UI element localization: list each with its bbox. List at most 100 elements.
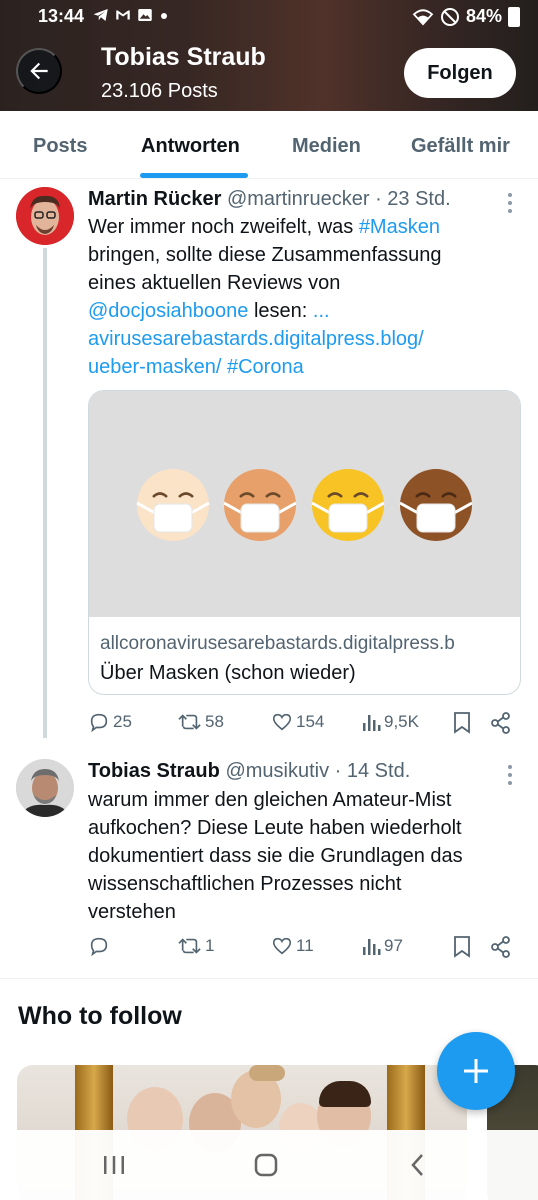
dot-icon — [161, 13, 167, 19]
view-count: 97 — [384, 936, 403, 955]
recent-apps-icon — [104, 1156, 124, 1174]
masked-face-emoji — [223, 469, 297, 541]
tweet-author[interactable]: Martin Rücker @martinruecker · 23 Std. — [88, 188, 451, 211]
tweet-time: · 23 Std. — [375, 188, 451, 210]
system-back-button[interactable] — [398, 1150, 438, 1180]
share-icon[interactable] — [490, 935, 512, 959]
tweet-text-segment: lesen: — [248, 300, 313, 322]
tweet-text: Wer immer noch zweifelt, was #Masken bri… — [88, 213, 508, 381]
repost-icon — [178, 938, 201, 954]
tab-likes[interactable]: Gefällt mir — [411, 135, 510, 158]
more-options-icon[interactable] — [507, 192, 513, 214]
tab-posts[interactable]: Posts — [33, 135, 87, 158]
compose-button[interactable] — [437, 1032, 515, 1110]
follow-button[interactable]: Folgen — [404, 48, 516, 98]
tweet-time: · 14 Std. — [334, 760, 411, 782]
status-right: 84% — [412, 6, 520, 27]
tweet-text-line: aufkochen? Diese Leute haben wiederholt — [88, 817, 462, 839]
author-handle: @martinruecker — [226, 188, 370, 210]
views-chart-icon — [363, 715, 381, 731]
repost-icon — [178, 714, 201, 730]
status-time: 13:44 — [38, 6, 85, 26]
avatar-portrait-icon — [16, 759, 74, 817]
plus-icon — [464, 1059, 488, 1083]
battery-icon — [508, 6, 520, 27]
tab-media[interactable]: Medien — [292, 135, 361, 158]
masked-faces-illustration — [136, 469, 473, 541]
url-link[interactable]: ... — [313, 300, 330, 322]
hair — [319, 1081, 371, 1107]
url-link[interactable]: avirusesarebastards.digitalpress.blog/ — [88, 325, 508, 353]
like-button[interactable]: 11 — [271, 935, 314, 957]
url-link[interactable]: ueber-masken/ — [88, 356, 221, 378]
tweet-text: warum immer den gleichen Amateur-Mist au… — [88, 786, 508, 926]
back-icon — [411, 1154, 423, 1176]
home-icon — [254, 1153, 278, 1177]
hashtag-link[interactable]: #Corona — [227, 356, 304, 378]
link-card[interactable]: allcoronavirusesarebastards.digitalpress… — [88, 390, 521, 695]
reply-count: 25 — [113, 712, 132, 731]
tweet-actions: 1 11 97 — [88, 935, 518, 963]
repost-button[interactable]: 58 — [178, 711, 224, 733]
heart-icon — [272, 937, 292, 955]
card-image — [89, 391, 520, 617]
telegram-icon — [93, 9, 108, 21]
repost-button[interactable]: 1 — [178, 935, 214, 957]
gmail-icon — [116, 10, 130, 20]
avatar[interactable] — [16, 759, 74, 817]
avatar[interactable] — [16, 187, 74, 245]
tweet-text-line: verstehen — [88, 901, 176, 923]
card-title: Über Masken (schon wieder) — [100, 662, 356, 684]
reply-button[interactable]: 25 — [88, 711, 132, 733]
reply-button[interactable] — [88, 935, 113, 957]
tweet-text-line: dokumentiert dass sie die Grundlagen das — [88, 845, 463, 867]
repost-count: 1 — [205, 936, 215, 955]
views-chart-icon — [363, 939, 381, 955]
who-to-follow-title: Who to follow — [18, 1002, 182, 1030]
more-options-icon[interactable] — [507, 764, 513, 786]
section-divider — [0, 978, 538, 979]
tab-replies[interactable]: Antworten — [141, 135, 240, 158]
back-button[interactable] — [16, 48, 62, 94]
view-count: 9,5K — [384, 712, 419, 731]
repost-count: 58 — [205, 712, 224, 731]
reply-icon — [90, 937, 108, 957]
tweet-author[interactable]: Tobias Straub @musikutiv · 14 Std. — [88, 760, 410, 783]
masked-face-emoji — [311, 469, 385, 541]
profile-tabs: Posts Antworten Medien Gefällt mir — [0, 111, 538, 179]
wifi-icon — [412, 8, 434, 26]
thread-line — [43, 248, 47, 738]
tweet-text-line: warum immer den gleichen Amateur-Mist — [88, 789, 452, 811]
like-count: 154 — [296, 712, 325, 731]
tweet-text-segment: Wer immer noch zweifelt, was — [88, 216, 359, 238]
dnd-icon — [440, 7, 459, 26]
status-bar: 13:44 84% — [0, 0, 538, 34]
author-name: Tobias Straub — [88, 760, 220, 782]
tweet-text-line: wissenschaftlichen Prozesses nicht — [88, 873, 402, 895]
system-nav-bar — [0, 1130, 538, 1200]
like-button[interactable]: 154 — [271, 711, 324, 733]
share-icon[interactable] — [490, 711, 512, 735]
bookmark-icon[interactable] — [452, 935, 472, 959]
like-count: 11 — [296, 936, 314, 955]
avatar-portrait-icon — [16, 187, 74, 245]
hair — [249, 1065, 285, 1081]
arrow-left-icon — [30, 62, 48, 80]
profile-name: Tobias Straub — [101, 43, 266, 71]
active-tab-indicator — [140, 173, 248, 178]
home-button[interactable] — [246, 1150, 286, 1180]
author-handle: @musikutiv — [225, 760, 330, 782]
recent-apps-button[interactable] — [94, 1150, 134, 1180]
notification-icons — [92, 6, 170, 24]
post-count: 23.106 Posts — [101, 80, 218, 102]
hashtag-link[interactable]: #Masken — [359, 216, 440, 238]
heart-icon — [272, 713, 292, 731]
gallery-icon — [138, 9, 152, 21]
author-name: Martin Rücker — [88, 188, 222, 210]
views-button[interactable]: 9,5K — [361, 711, 419, 733]
bookmark-icon[interactable] — [452, 711, 472, 735]
masked-face-emoji — [136, 469, 210, 541]
views-button[interactable]: 97 — [361, 935, 403, 957]
card-domain: allcoronavirusesarebastards.digitalpress… — [100, 633, 455, 654]
mention-link[interactable]: @docjosiahboone — [88, 300, 248, 322]
